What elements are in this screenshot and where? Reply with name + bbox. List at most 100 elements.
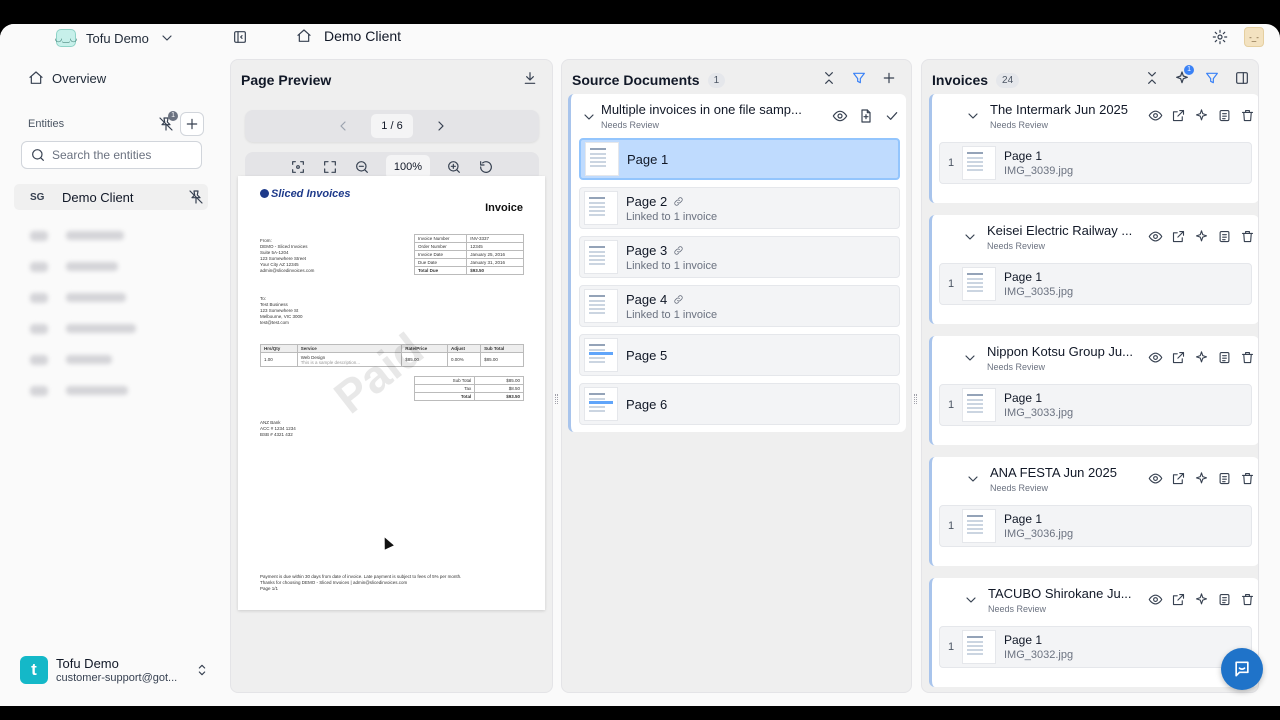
check-icon[interactable]: [884, 108, 900, 124]
entity-item-blurred[interactable]: [30, 251, 136, 282]
chevron-down-icon: [159, 30, 175, 46]
page-label: Page 4: [626, 291, 668, 307]
rotate-icon[interactable]: [478, 159, 494, 175]
ai-sparkle-icon[interactable]: [1194, 350, 1209, 365]
external-link-icon[interactable]: [1171, 108, 1186, 123]
entity-search: [21, 141, 202, 169]
source-page-row[interactable]: Page 4 Linked to 1 invoice: [579, 285, 900, 327]
source-page-row[interactable]: Page 5: [579, 334, 900, 376]
chevron-right-icon[interactable]: [433, 118, 449, 134]
filter-icon[interactable]: [1204, 70, 1220, 86]
collapse-all-icon[interactable]: [1144, 70, 1160, 86]
collapse-all-icon[interactable]: [821, 70, 837, 86]
zoom-out-icon[interactable]: [354, 159, 370, 175]
fit-view-icon[interactable]: [290, 159, 306, 175]
link-icon: [673, 196, 684, 207]
filter-icon[interactable]: [851, 70, 867, 86]
trash-icon[interactable]: [1240, 108, 1255, 123]
invoice-page-row[interactable]: 1 Page 1 IMG_3032.jpg: [939, 626, 1252, 668]
invoice-page-row[interactable]: 1 Page 1 IMG_3033.jpg: [939, 384, 1252, 426]
unpin-icon[interactable]: [188, 189, 204, 205]
trash-icon[interactable]: [1240, 350, 1255, 365]
source-page-row[interactable]: Page 1: [579, 138, 900, 180]
entity-search-input[interactable]: [52, 148, 192, 162]
source-file-header[interactable]: Multiple invoices in one file samp... Ne…: [601, 102, 802, 130]
resize-handle[interactable]: [914, 394, 917, 404]
add-entity-button[interactable]: [180, 112, 204, 136]
invoice-card: ANA FESTA Jun 2025 Needs Review 1 Page 1 IMG…: [929, 457, 1258, 566]
doc-footer: Payment is due within 30 days from date …: [260, 574, 462, 591]
chevron-down-icon[interactable]: [581, 109, 597, 125]
source-page-row[interactable]: Page 2 Linked to 1 invoice: [579, 187, 900, 229]
ai-sparkle-icon[interactable]: 1: [1174, 65, 1194, 86]
invoice-header[interactable]: ANA FESTA Jun 2025 Needs Review: [990, 465, 1117, 493]
invoice-header[interactable]: Keisei Electric Railway ... Needs Review: [987, 223, 1132, 251]
profile-avatar[interactable]: -_-: [1244, 27, 1264, 47]
details-icon[interactable]: [1217, 471, 1232, 486]
doc-meta-row: Total Due $93.50: [413, 266, 524, 275]
invoice-header[interactable]: TACUBO Shirokane Ju... Needs Review: [988, 586, 1132, 614]
eye-icon[interactable]: [1148, 108, 1163, 123]
invoice-header[interactable]: Nippon Kotsu Group Ju... Needs Review: [987, 344, 1133, 372]
sidebar-toggle-icon[interactable]: [232, 29, 248, 45]
eye-icon[interactable]: [832, 108, 848, 124]
ai-sparkle-icon[interactable]: [1194, 229, 1209, 244]
invoice-page-row[interactable]: 1 Page 1 IMG_3036.jpg: [939, 505, 1252, 547]
source-page-row[interactable]: Page 3 Linked to 1 invoice: [579, 236, 900, 278]
external-link-icon[interactable]: [1171, 350, 1186, 365]
external-link-icon[interactable]: [1171, 592, 1186, 607]
details-icon[interactable]: [1217, 592, 1232, 607]
chevron-down-icon[interactable]: [963, 592, 979, 608]
source-page-row[interactable]: Page 6: [579, 383, 900, 425]
invoice-page-row[interactable]: 1 Page 1 IMG_3039.jpg: [939, 142, 1252, 184]
trash-icon[interactable]: [1240, 471, 1255, 486]
entity-item-blurred[interactable]: [30, 344, 136, 375]
zoom-in-icon[interactable]: [446, 159, 462, 175]
entity-item-blurred[interactable]: [30, 313, 136, 344]
ai-sparkle-icon[interactable]: [1194, 592, 1209, 607]
chevron-down-icon[interactable]: [965, 471, 981, 487]
invoices-title-text: Invoices: [932, 72, 989, 88]
entity-item-blurred[interactable]: [30, 375, 136, 406]
resize-handle[interactable]: [555, 394, 558, 404]
page-thumbnail: [584, 387, 618, 421]
trash-icon[interactable]: [1240, 592, 1255, 607]
chat-icon: [1232, 659, 1252, 679]
gear-icon[interactable]: [1212, 29, 1228, 45]
workspace-switcher[interactable]: ◡‿◡ Tofu Demo: [55, 29, 175, 47]
details-icon[interactable]: [1217, 229, 1232, 244]
pinned-filter-icon[interactable]: 1: [158, 111, 178, 132]
entity-item-blurred[interactable]: [30, 220, 136, 251]
support-chat-button[interactable]: [1221, 648, 1263, 690]
page-thumbnail: [962, 146, 996, 180]
split-document-icon[interactable]: [858, 108, 874, 124]
ai-sparkle-icon[interactable]: [1194, 471, 1209, 486]
download-icon[interactable]: [522, 70, 538, 86]
ai-sparkle-icon[interactable]: [1194, 108, 1209, 123]
home-icon[interactable]: [296, 28, 312, 44]
chevron-left-icon[interactable]: [335, 118, 351, 134]
eye-icon[interactable]: [1148, 592, 1163, 607]
chevron-down-icon[interactable]: [962, 229, 978, 245]
doc-total-cell: $8.50: [474, 384, 524, 393]
eye-icon[interactable]: [1148, 350, 1163, 365]
nav-overview[interactable]: Overview: [22, 67, 112, 89]
invoice-page-row[interactable]: 1 Page 1 IMG_3035.jpg: [939, 263, 1252, 305]
fullscreen-icon[interactable]: [322, 159, 338, 175]
invoice-header[interactable]: The Intermark Jun 2025 Needs Review: [990, 102, 1128, 130]
chevron-down-icon[interactable]: [965, 108, 981, 124]
plus-icon[interactable]: [881, 70, 897, 86]
page-label: Page 2: [626, 193, 668, 209]
external-link-icon[interactable]: [1171, 229, 1186, 244]
entity-item-active[interactable]: SG Demo Client: [14, 184, 208, 210]
eye-icon[interactable]: [1148, 229, 1163, 244]
external-link-icon[interactable]: [1171, 471, 1186, 486]
details-icon[interactable]: [1217, 108, 1232, 123]
user-menu[interactable]: t Tofu Demo customer-support@got...: [20, 656, 210, 684]
trash-icon[interactable]: [1240, 229, 1255, 244]
details-icon[interactable]: [1217, 350, 1232, 365]
chevron-down-icon[interactable]: [962, 350, 978, 366]
eye-icon[interactable]: [1148, 471, 1163, 486]
entity-item-blurred[interactable]: [30, 282, 136, 313]
panel-layout-icon[interactable]: [1234, 70, 1250, 86]
